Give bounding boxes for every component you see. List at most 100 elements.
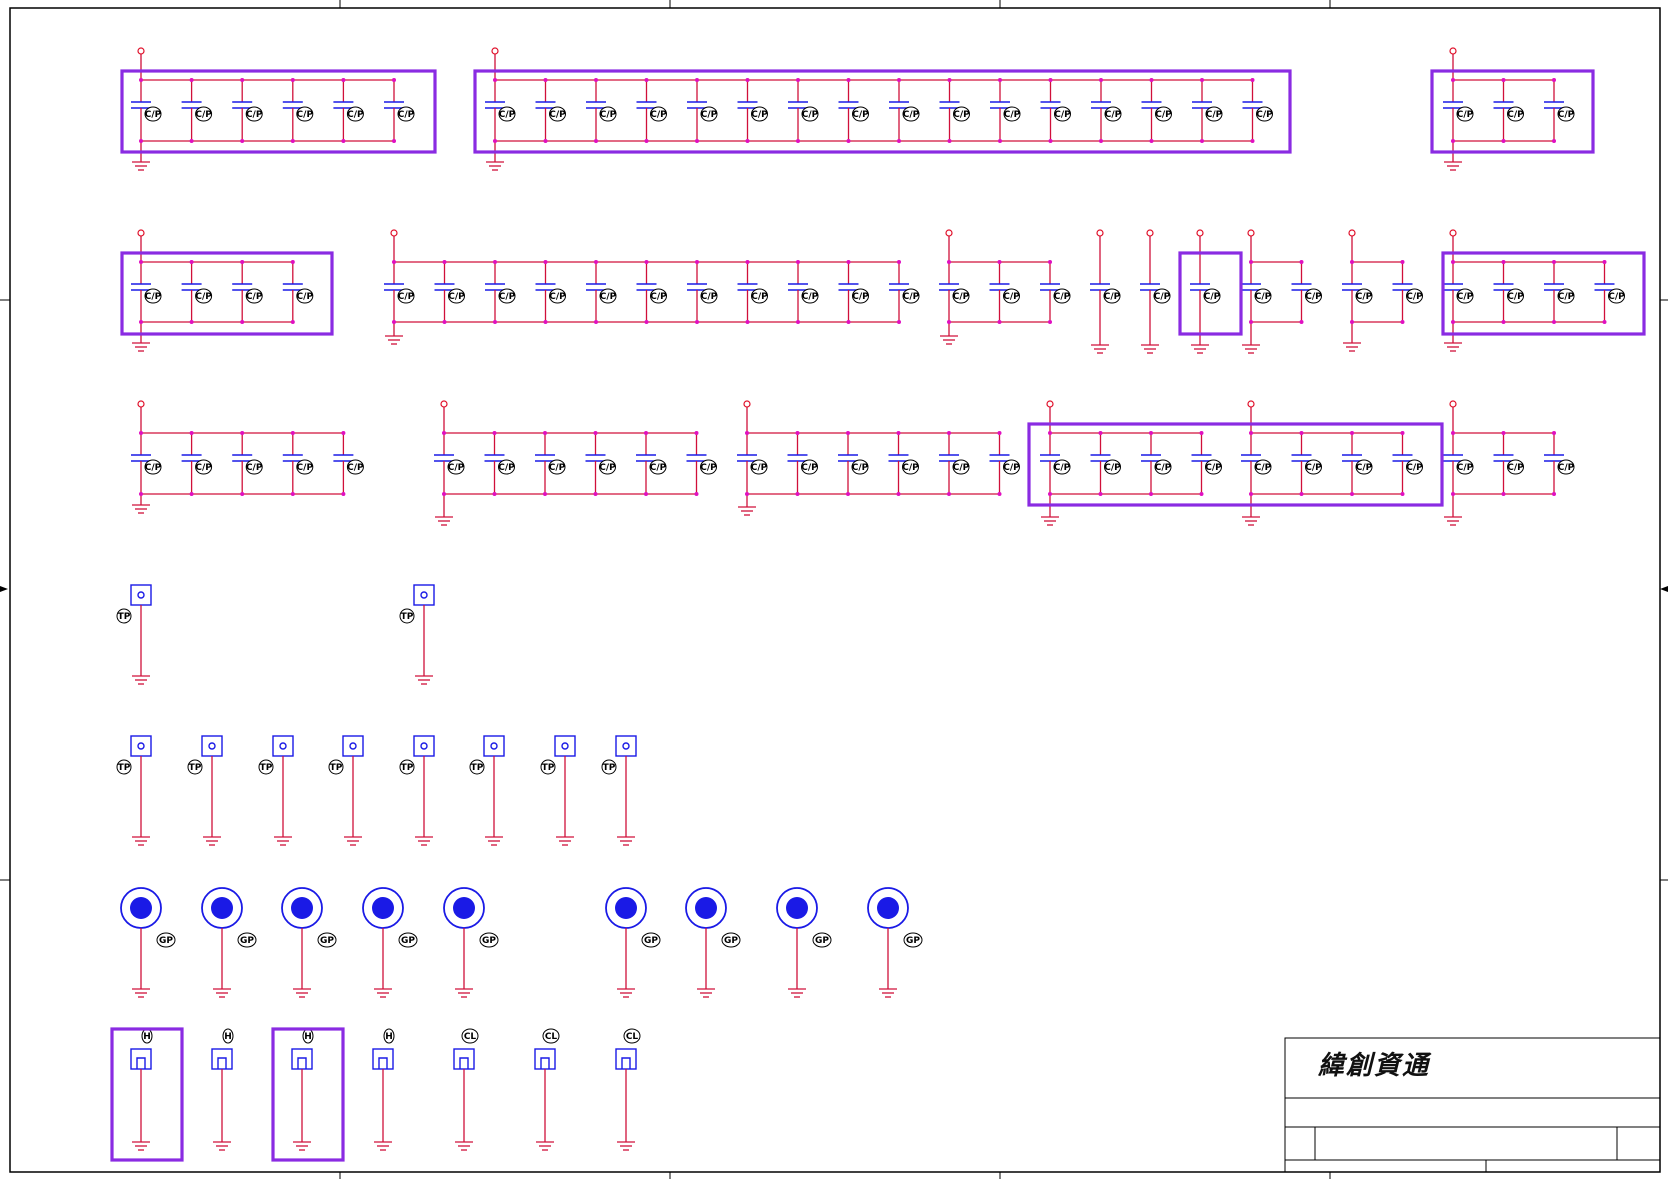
- ground-pad: GP: [605, 887, 661, 998]
- svg-text:GP: GP: [644, 936, 658, 946]
- component-label: C/P: [1104, 459, 1121, 475]
- svg-text:C/P: C/P: [700, 463, 717, 473]
- svg-text:C/P: C/P: [751, 463, 768, 473]
- svg-text:CL: CL: [626, 1032, 639, 1042]
- component-label: C/P: [650, 106, 667, 122]
- capacitor: C/P: [1241, 431, 1272, 496]
- svg-text:H: H: [224, 1032, 232, 1042]
- component-label: C/P: [1003, 288, 1020, 304]
- svg-text:C/P: C/P: [751, 292, 768, 302]
- svg-text:TP: TP: [118, 763, 131, 773]
- capacitor: C/P: [687, 260, 718, 324]
- capacitor: C/P: [586, 260, 617, 324]
- component-label: TP: [601, 759, 617, 775]
- test-point: TP: [116, 735, 152, 846]
- component-label: C/P: [1256, 106, 1273, 122]
- svg-text:C/P: C/P: [802, 110, 819, 120]
- ground-symbol: [697, 988, 715, 998]
- capacitor: C/P: [1342, 431, 1373, 496]
- test-point: TP: [116, 584, 152, 685]
- svg-text:GP: GP: [159, 936, 173, 946]
- capacitor: C/P: [282, 431, 313, 496]
- capacitor: C/P: [737, 260, 768, 324]
- component-label: C/P: [801, 106, 819, 122]
- capacitor: C/P: [1090, 431, 1121, 496]
- svg-text:C/P: C/P: [549, 110, 566, 120]
- svg-text:C/P: C/P: [1558, 292, 1575, 302]
- svg-text:C/P: C/P: [195, 110, 212, 120]
- component-label: C/P: [599, 288, 617, 304]
- component-label: TP: [258, 759, 274, 775]
- svg-text:C/P: C/P: [1507, 463, 1524, 473]
- component-label: GP: [237, 932, 257, 948]
- svg-text:H: H: [143, 1032, 151, 1042]
- svg-text:C/P: C/P: [1507, 110, 1524, 120]
- capacitor: C/P: [636, 78, 667, 143]
- capacitor: C/P: [585, 431, 616, 496]
- capacitor: C/P: [838, 431, 869, 496]
- test-point: TP: [328, 735, 364, 846]
- capacitor: C/P: [989, 431, 1020, 496]
- capacitor-bank: C/P C/P: [1342, 229, 1423, 352]
- capacitor: C/P: [1040, 431, 1071, 496]
- component-label: TP: [399, 759, 415, 775]
- power-net-pin: [137, 400, 145, 408]
- component-label: C/P: [751, 106, 768, 122]
- mounting-hole: H: [130, 1028, 153, 1151]
- component-label: C/P: [1154, 459, 1172, 475]
- capacitor: C/P: [1392, 431, 1423, 496]
- capacitor: C/P: [333, 78, 364, 143]
- svg-text:C/P: C/P: [1406, 463, 1423, 473]
- component-label: C/P: [700, 288, 718, 304]
- ground-symbol: [879, 988, 897, 998]
- svg-text:GP: GP: [240, 936, 254, 946]
- svg-text:TP: TP: [118, 612, 131, 622]
- capacitor: C/P: [990, 78, 1021, 143]
- capacitor: C/P: [535, 431, 566, 496]
- selection-box: [1027, 422, 1444, 507]
- component-label: TP: [469, 759, 485, 775]
- component-label: C/P: [952, 288, 970, 304]
- mounting-hole: H: [211, 1028, 234, 1151]
- power-net-pin: [1449, 229, 1457, 237]
- power-net-pin: [390, 229, 398, 237]
- component-label: C/P: [549, 288, 566, 304]
- svg-text:GP: GP: [482, 936, 496, 946]
- component-label: C/P: [195, 288, 212, 304]
- component-label: H: [302, 1028, 314, 1044]
- component-label: CL: [623, 1028, 641, 1044]
- capacitor: C/P: [636, 260, 667, 324]
- component-label: C/P: [1053, 459, 1071, 475]
- capacitor: C/P: [131, 78, 162, 143]
- svg-text:C/P: C/P: [650, 110, 667, 120]
- capacitor-bank: C/P C/P C/P C/P C/P: [131, 400, 364, 514]
- svg-text:C/P: C/P: [448, 463, 465, 473]
- svg-text:C/P: C/P: [398, 110, 415, 120]
- capacitor: C/P: [1091, 78, 1122, 143]
- component-label: GP: [721, 932, 741, 948]
- capacitor: C/P: [1493, 260, 1524, 324]
- component-label: C/P: [1355, 288, 1373, 304]
- svg-text:C/P: C/P: [852, 463, 869, 473]
- capacitor: C/P: [181, 78, 212, 143]
- svg-text:C/P: C/P: [297, 110, 314, 120]
- svg-text:C/P: C/P: [650, 463, 667, 473]
- svg-text:C/P: C/P: [549, 292, 566, 302]
- ground-symbol: [385, 335, 403, 345]
- svg-text:C/P: C/P: [1406, 292, 1423, 302]
- svg-text:C/P: C/P: [1457, 292, 1474, 302]
- svg-text:C/P: C/P: [1004, 110, 1021, 120]
- svg-text:C/P: C/P: [953, 292, 970, 302]
- capacitor: C/P: [131, 431, 162, 496]
- ground-symbol: [203, 836, 221, 846]
- component-label: C/P: [1153, 288, 1171, 304]
- ground-pad: GP: [685, 887, 741, 998]
- component-label: C/P: [952, 459, 970, 475]
- ground-symbol: [455, 988, 473, 998]
- component-label: C/P: [1003, 459, 1020, 475]
- border-zone-ticks: [0, 0, 1668, 1179]
- svg-text:C/P: C/P: [1054, 110, 1071, 120]
- component-label: C/P: [902, 459, 919, 475]
- power-net-pin: [1096, 229, 1104, 237]
- component-label: C/P: [599, 459, 616, 475]
